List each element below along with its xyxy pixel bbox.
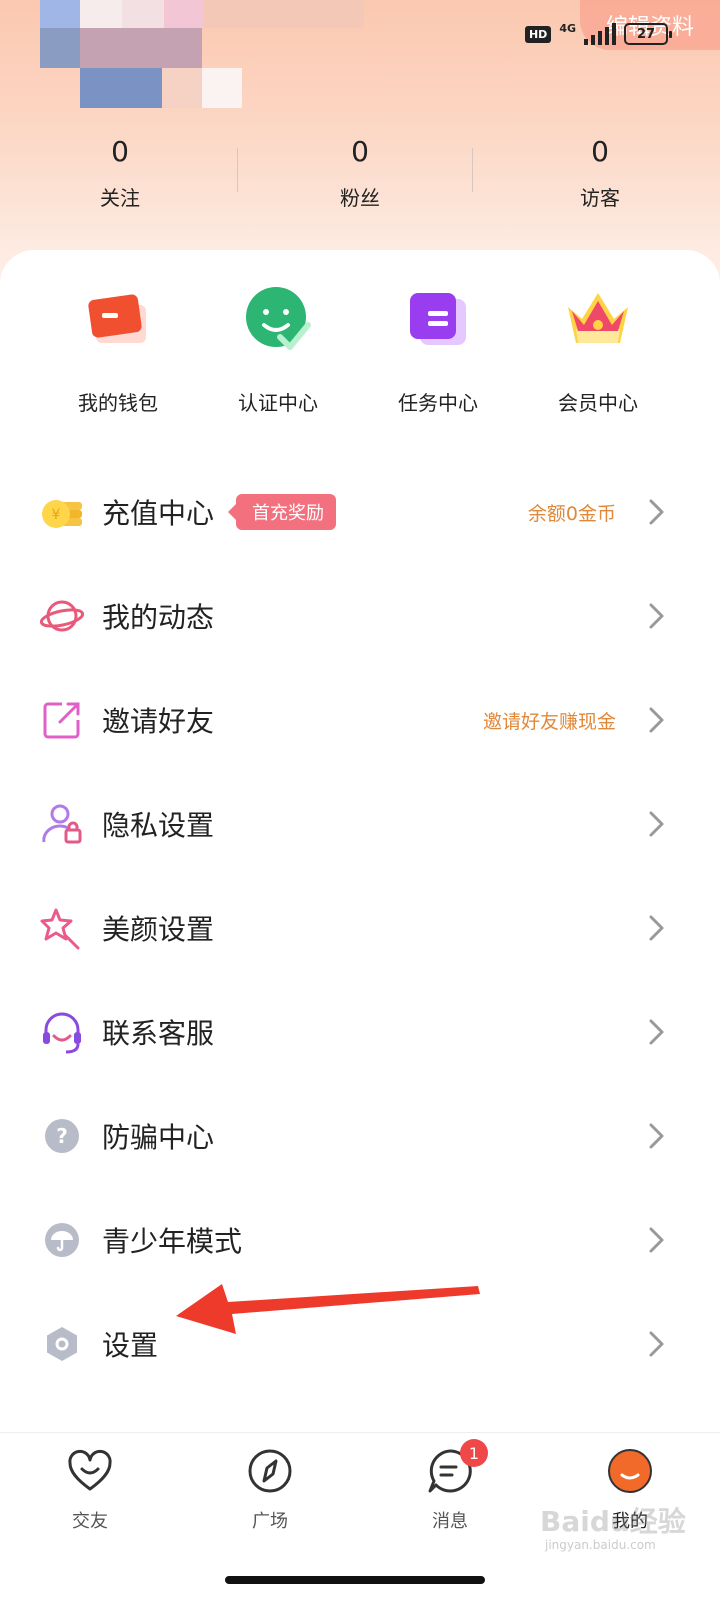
menu-label: 联系客服 [102, 1017, 215, 1050]
signal-icon [584, 23, 616, 45]
menu-item-privacy[interactable]: 隐私设置 [0, 772, 720, 876]
svg-text:?: ? [56, 1124, 68, 1148]
chevron-right-icon [649, 1019, 664, 1045]
tab-label: 广场 [252, 1511, 288, 1532]
heart-chat-icon [66, 1447, 114, 1495]
tab-square[interactable]: 广场 [180, 1433, 360, 1600]
battery-icon: 27 [624, 23, 672, 45]
settings-icon [40, 1322, 84, 1366]
quick-actions: 我的钱包 认证中心 任务中心 会员中心 [0, 285, 720, 435]
chevron-right-icon [649, 499, 664, 525]
menu-label: 邀请好友 [102, 705, 215, 738]
menu-item-anti-fraud[interactable]: ? 防骗中心 [0, 1084, 720, 1188]
tab-label: 消息 [432, 1511, 468, 1532]
menu-item-teen-mode[interactable]: 青少年模式 [0, 1188, 720, 1292]
unread-badge: 1 [460, 1439, 488, 1467]
stat-value: 0 [351, 135, 369, 168]
battery-level: 27 [636, 26, 656, 42]
headset-icon [40, 1010, 84, 1054]
stat-fans[interactable]: 0 粉丝 [240, 130, 480, 230]
stat-following[interactable]: 0 关注 [0, 130, 240, 230]
status-bar: HD 4G 27 [524, 14, 672, 54]
home-indicator[interactable] [225, 1576, 485, 1584]
chevron-right-icon [649, 1331, 664, 1357]
quick-label: 会员中心 [558, 391, 638, 415]
menu-label: 青少年模式 [102, 1225, 243, 1258]
stat-label: 粉丝 [340, 186, 380, 210]
menu-item-settings[interactable]: 设置 [0, 1292, 720, 1396]
menu-item-invite[interactable]: 邀请好友 邀请好友赚现金 [0, 668, 720, 772]
stat-visitors[interactable]: 0 访客 [480, 130, 720, 230]
compass-icon [246, 1447, 294, 1495]
verify-icon [242, 285, 314, 357]
menu-item-my-posts[interactable]: 我的动态 [0, 564, 720, 668]
star-wand-icon [40, 906, 84, 950]
first-recharge-badge: 首充奖励 [228, 494, 337, 530]
message-icon: 1 [426, 1439, 488, 1495]
menu-item-beauty[interactable]: 美颜设置 [0, 876, 720, 980]
planet-icon [40, 594, 84, 638]
quick-wallet[interactable]: 我的钱包 [38, 285, 198, 435]
stat-label: 关注 [100, 186, 140, 210]
avatar-icon [606, 1447, 654, 1495]
question-icon: ? [40, 1114, 84, 1158]
menu-label: 隐私设置 [102, 809, 215, 842]
menu-list: ¥ 充值中心 首充奖励 余额0金币 我的动态 邀请好友 邀请好友赚现金 隐私设置… [0, 460, 720, 1396]
umbrella-icon [40, 1218, 84, 1262]
watermark-url: jingyan.baidu.com [545, 1538, 656, 1552]
stat-value: 0 [111, 135, 129, 168]
tab-messages[interactable]: 1 消息 [360, 1433, 540, 1600]
menu-label: 充值中心 [102, 497, 215, 530]
quick-task[interactable]: 任务中心 [358, 285, 518, 435]
share-icon [40, 698, 84, 742]
watermark: Baidu经验 [540, 1505, 686, 1538]
quick-vip[interactable]: 会员中心 [518, 285, 678, 435]
quick-label: 认证中心 [238, 391, 318, 415]
menu-label: 设置 [102, 1329, 159, 1362]
menu-item-customer-service[interactable]: 联系客服 [0, 980, 720, 1084]
quick-verify[interactable]: 认证中心 [198, 285, 358, 435]
menu-label: 我的动态 [102, 601, 215, 634]
wallet-icon [82, 285, 154, 357]
quick-label: 我的钱包 [78, 391, 158, 415]
profile-stats: 0 关注 0 粉丝 0 访客 [0, 130, 720, 230]
hd-indicator: HD [524, 25, 552, 43]
stat-label: 访客 [580, 186, 620, 210]
chevron-right-icon [649, 1227, 664, 1253]
chevron-right-icon [649, 811, 664, 837]
crown-icon [562, 285, 634, 357]
invite-reward-text: 邀请好友赚现金 [482, 710, 616, 733]
menu-label: 防骗中心 [102, 1121, 215, 1154]
coin-icon: ¥ [40, 490, 84, 534]
tab-friends[interactable]: 交友 [0, 1433, 180, 1600]
stat-divider [237, 148, 238, 192]
balance-text: 余额0金币 [527, 502, 616, 525]
task-icon [402, 285, 474, 357]
svg-text:¥: ¥ [52, 507, 61, 523]
chevron-right-icon [649, 915, 664, 941]
menu-label: 美颜设置 [102, 913, 215, 946]
privacy-icon [40, 802, 84, 846]
chevron-right-icon [649, 1123, 664, 1149]
network-type: 4G [559, 21, 576, 35]
stat-divider [472, 148, 473, 192]
stat-value: 0 [591, 135, 609, 168]
chevron-right-icon [649, 707, 664, 733]
chevron-right-icon [649, 603, 664, 629]
menu-item-recharge[interactable]: ¥ 充值中心 首充奖励 余额0金币 [0, 460, 720, 564]
quick-label: 任务中心 [398, 391, 478, 415]
tab-label: 交友 [72, 1511, 108, 1532]
